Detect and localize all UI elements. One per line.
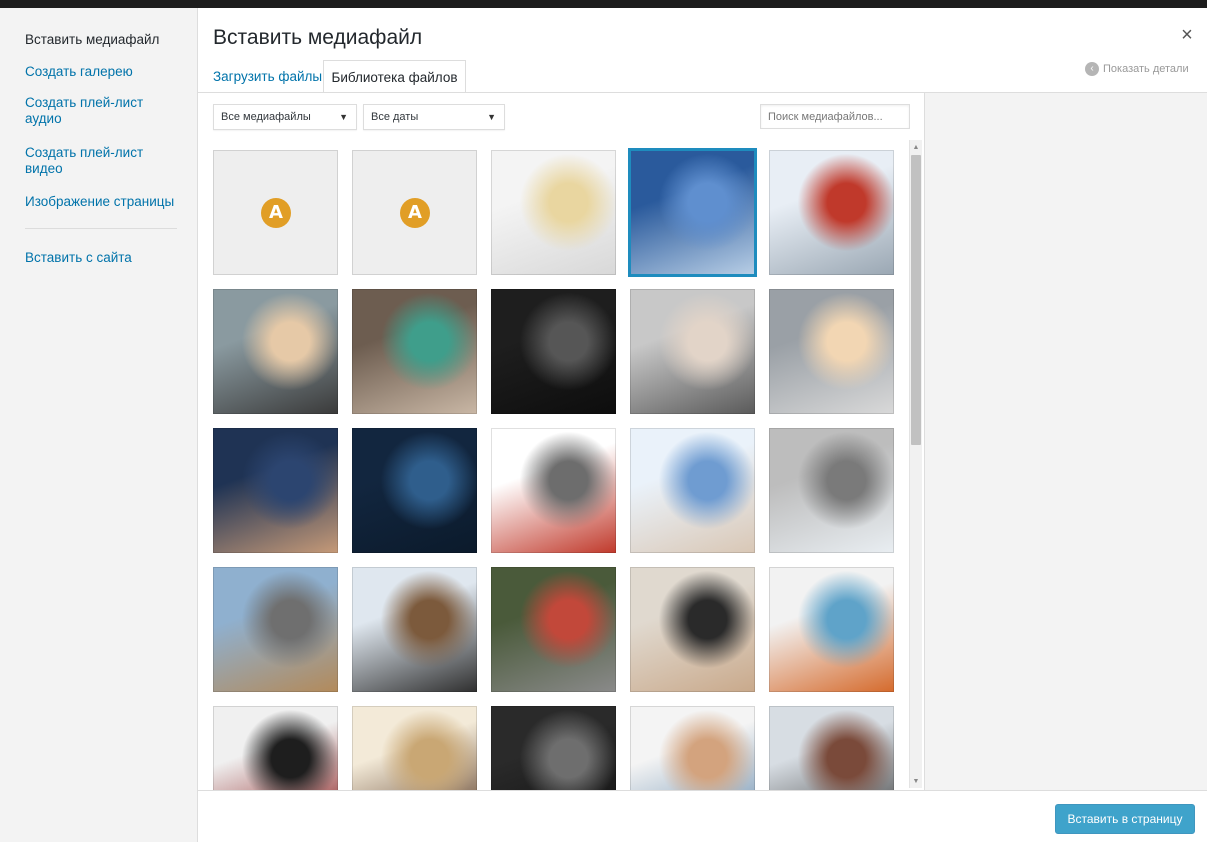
- date-filter-value: Все даты: [371, 111, 419, 123]
- chevron-left-circle-icon: ‹: [1085, 62, 1099, 76]
- scrollbar-thumb[interactable]: [911, 155, 921, 445]
- menu-item-insert-from-url[interactable]: Вставить с сайта: [25, 250, 185, 266]
- media-thumbnail[interactable]: [630, 706, 755, 790]
- media-thumbnail[interactable]: [628, 148, 757, 277]
- media-thumbnail[interactable]: [769, 567, 894, 692]
- media-thumbnail-document[interactable]: A: [213, 150, 338, 275]
- scroll-up-icon[interactable]: ▲: [911, 143, 921, 153]
- document-a-icon: A: [261, 198, 291, 228]
- attachment-details-sidebar: [924, 93, 1207, 790]
- menu-item-create-gallery[interactable]: Создать галерею: [25, 64, 185, 80]
- menu-item-insert-media[interactable]: Вставить медиафайл: [25, 32, 185, 48]
- media-grid: AA: [212, 148, 912, 790]
- page-title: Вставить медиафайл: [213, 26, 423, 49]
- media-thumbnail[interactable]: [630, 567, 755, 692]
- media-thumbnail[interactable]: [213, 706, 338, 790]
- media-thumbnail[interactable]: [352, 706, 477, 790]
- tab-media-library[interactable]: Библиотека файлов: [323, 60, 466, 93]
- media-thumbnail[interactable]: [352, 289, 477, 414]
- media-type-filter-value: Все медиафайлы: [221, 111, 311, 123]
- media-thumbnail[interactable]: [491, 428, 616, 553]
- scroll-down-icon[interactable]: ▼: [911, 777, 921, 787]
- media-thumbnail[interactable]: [213, 289, 338, 414]
- show-details-label: Показать детали: [1103, 63, 1189, 75]
- media-thumbnail[interactable]: [491, 289, 616, 414]
- media-thumbnail[interactable]: [630, 289, 755, 414]
- media-thumbnail[interactable]: [352, 567, 477, 692]
- media-thumbnail[interactable]: [213, 567, 338, 692]
- menu-item-create-audio-playlist[interactable]: Создать плей-лист аудио: [25, 95, 155, 127]
- search-media-input[interactable]: [760, 104, 910, 129]
- media-thumbnail[interactable]: [769, 428, 894, 553]
- top-bar: [0, 0, 1207, 8]
- dropdown-arrow-icon: ▼: [339, 112, 348, 122]
- media-thumbnail[interactable]: [352, 428, 477, 553]
- document-a-icon: A: [400, 198, 430, 228]
- media-type-filter[interactable]: Все медиафайлы ▼: [213, 104, 357, 130]
- media-thumbnail[interactable]: [769, 150, 894, 275]
- media-thumbnail[interactable]: [491, 150, 616, 275]
- menu-separator: [25, 228, 177, 229]
- media-thumbnail[interactable]: [491, 706, 616, 790]
- media-thumbnail[interactable]: [213, 428, 338, 553]
- media-menu: Вставить медиафайл Создать галерею Созда…: [0, 8, 198, 842]
- menu-item-create-video-playlist[interactable]: Создать плей-лист видео: [25, 145, 155, 177]
- media-thumbnail[interactable]: [491, 567, 616, 692]
- tab-upload-files[interactable]: Загрузить файлы: [213, 60, 322, 93]
- media-thumbnail-document[interactable]: A: [352, 150, 477, 275]
- dropdown-arrow-icon: ▼: [487, 112, 496, 122]
- insert-into-page-button[interactable]: Вставить в страницу: [1055, 804, 1195, 834]
- show-details-link[interactable]: ‹ Показать детали: [1085, 62, 1189, 76]
- close-icon[interactable]: ×: [1178, 25, 1196, 45]
- menu-item-featured-image[interactable]: Изображение страницы: [25, 194, 185, 210]
- media-thumbnail[interactable]: [630, 428, 755, 553]
- date-filter[interactable]: Все даты ▼: [363, 104, 505, 130]
- media-thumbnail[interactable]: [769, 706, 894, 790]
- media-thumbnail[interactable]: [769, 289, 894, 414]
